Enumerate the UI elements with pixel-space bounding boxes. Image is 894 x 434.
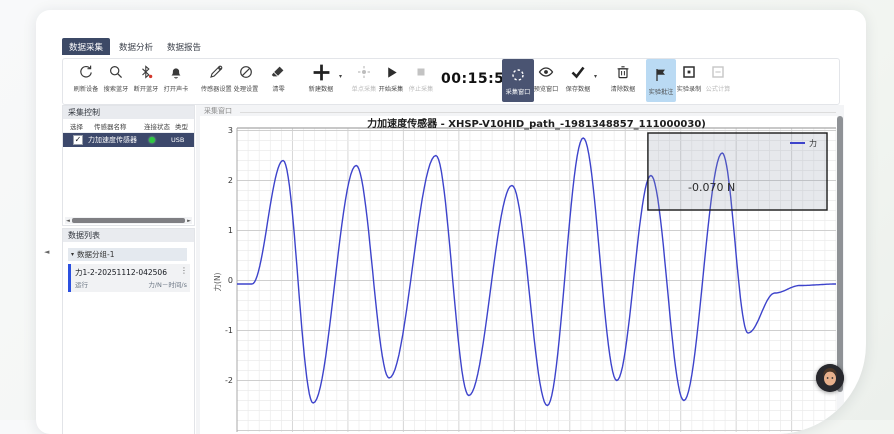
formula-calc-button[interactable]: 公式计算 [701,62,735,100]
sensor-type: USB [171,136,184,144]
disconnect-bluetooth-button[interactable]: 断开蓝牙 [129,62,163,100]
bell-icon [168,62,184,82]
chart-vertical-scrollbar[interactable] [837,116,843,392]
flag-icon [653,65,669,85]
svg-text:力: 力 [809,138,817,148]
record-square-icon [681,62,697,82]
preview-window-button[interactable]: 预览窗口 [529,62,563,100]
col-status: 连接状态 [144,121,170,131]
item-axes: 力/N－时间/s [148,279,187,289]
data-item-title: 力1-2-20251112-042506 [75,267,167,278]
dashed-circle-icon [510,65,526,85]
col-select: 选择 [70,121,83,131]
page: { "window": { "tabs": [ {"label": "数据采集"… [0,0,894,420]
data-list-header: 数据列表 [63,229,194,242]
scroll-right-arrow-icon[interactable]: ► [187,218,191,224]
y-axis-label: 力(N) [212,252,224,312]
svg-text:0: 0 [228,276,233,285]
scrollbar-thumb[interactable] [72,218,185,223]
stop-icon [414,62,428,82]
collect-control-panel: 采集控制 选择 传感器名称 连接状态 类型 ✓ 力加速度传感器 USB ◄ ► [62,105,195,226]
svg-text:-1: -1 [225,326,233,335]
status-dot [149,137,155,143]
bluetooth-disconnect-icon [138,62,154,82]
data-item[interactable]: 力1-2-20251112-042506 ⋮ 运行 力/N－时间/s [68,264,190,292]
trash-icon [615,62,631,82]
svg-text:3: 3 [228,126,233,135]
search-bluetooth-button[interactable]: 搜索蓝牙 [99,62,133,100]
formula-square-icon [710,62,726,82]
force-time-chart[interactable]: 3 2 1 0 -1 -2 -0.070 N 力 [200,114,840,434]
data-group-row[interactable]: ▾ 数据分组-1 [68,248,187,261]
stop-collect-button[interactable]: 停止采集 [404,62,438,100]
tab-data-analysis[interactable]: 数据分析 [114,38,158,55]
collect-control-header: 采集控制 [63,106,194,119]
start-collect-button[interactable]: 开始采集 [374,62,408,100]
single-point-icon [356,62,372,82]
new-data-button[interactable]: 新建数据 [304,62,338,100]
svg-text:1: 1 [228,226,233,235]
save-data-dropdown-caret-icon[interactable]: ▾ [594,73,597,80]
open-soundcard-button[interactable]: 打开声卡 [159,62,193,100]
process-settings-button[interactable]: 处理设置 [229,62,263,100]
sensor-name: 力加速度传感器 [88,135,137,145]
svg-text:-2: -2 [225,376,233,385]
sensor-settings-icon [208,62,224,82]
group-collapse-caret-icon[interactable]: ▾ [71,251,74,258]
eye-icon [538,62,554,82]
col-type: 类型 [175,121,188,131]
sensor-settings-button[interactable]: 传感器设置 [199,62,233,100]
sensor-checkbox[interactable]: ✓ [73,135,83,145]
clear-data-button[interactable]: 清除数据 [606,62,640,100]
sensor-table-header: 选择 传感器名称 连接状态 类型 [63,119,194,133]
refresh-device-button[interactable]: 刷新设备 [69,62,103,100]
item-menu-icon[interactable]: ⋮ [180,266,188,275]
avatar-button[interactable] [816,364,844,392]
collect-timer: 00:15:54 [441,71,501,87]
section-divider [240,112,836,113]
avatar-face-icon [816,364,844,392]
plus-icon [312,62,331,82]
check-icon [570,62,586,82]
zero-clear-button[interactable]: 清零 [261,62,295,100]
sidebar-horizontal-scrollbar[interactable]: ◄ ► [65,217,192,224]
tab-data-report[interactable]: 数据报告 [162,38,206,55]
app-window: 数据采集 数据分析 数据报告 刷新设备 搜索蓝牙 断开蓝牙 打开声卡 传感器设置… [36,10,866,434]
process-settings-icon [238,62,254,82]
eraser-icon [270,62,286,82]
data-item-meta: 运行 力/N－时间/s [75,279,187,289]
refresh-icon [78,62,94,82]
data-list-panel: 数据列表 ▾ 数据分组-1 力1-2-20251112-042506 ⋮ 运行 … [62,228,195,434]
save-data-button[interactable]: 保存数据 [561,62,595,100]
toolbar: 刷新设备 搜索蓝牙 断开蓝牙 打开声卡 传感器设置 处理设置 清零 新建数据 [62,58,840,105]
svg-text:2: 2 [228,176,233,185]
new-data-dropdown-caret-icon[interactable]: ▾ [339,73,342,80]
chart-title: 力加速度传感器 - XHSP-V10HID_path_-1981348857_1… [237,115,836,130]
search-icon [108,62,124,82]
scroll-left-arrow-icon[interactable]: ◄ [66,218,70,224]
sidebar-collapse-handle-icon[interactable]: ◄ [44,248,49,256]
item-status: 运行 [75,279,88,289]
tab-data-collect[interactable]: 数据采集 [62,38,110,55]
play-icon [384,62,399,82]
col-sensor-name: 传感器名称 [94,121,127,131]
sensor-row[interactable]: ✓ 力加速度传感器 USB [63,133,194,147]
svg-text:-0.070 N: -0.070 N [688,181,735,194]
